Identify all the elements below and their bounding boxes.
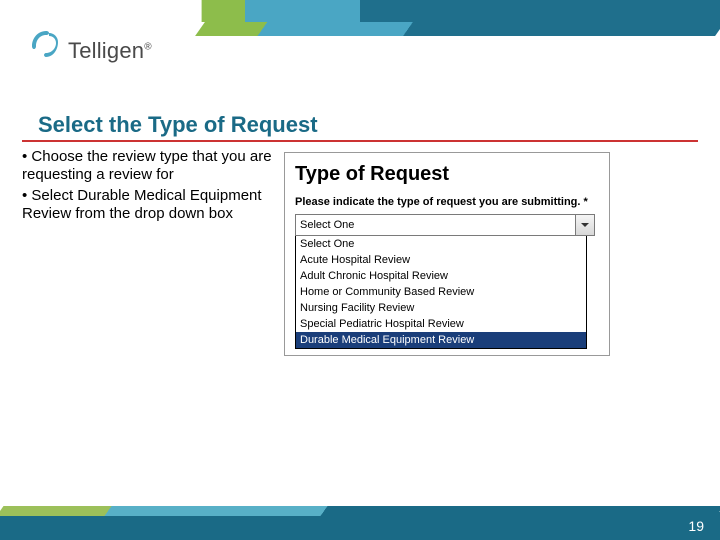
page-number: 19 — [688, 518, 704, 534]
logo-swirl-icon — [28, 28, 64, 64]
option-nursing-facility[interactable]: Nursing Facility Review — [296, 300, 586, 316]
chevron-down-icon[interactable] — [575, 215, 594, 235]
body-text: • Choose the review type that you are re… — [22, 148, 284, 225]
option-durable-medical[interactable]: Durable Medical Equipment Review — [296, 332, 586, 348]
option-special-pediatric[interactable]: Special Pediatric Hospital Review — [296, 316, 586, 332]
slide-title: Select the Type of Request — [38, 112, 318, 138]
request-type-dropdown-list[interactable]: Select One Acute Hospital Review Adult C… — [295, 236, 587, 349]
request-type-select[interactable]: Select One — [295, 214, 595, 236]
option-home-community[interactable]: Home or Community Based Review — [296, 284, 586, 300]
decor-bottom-bar — [0, 512, 720, 540]
bullet-2: • Select Durable Medical Equipment Revie… — [22, 187, 284, 224]
brand-logo: Telligen® — [28, 28, 152, 64]
decor-top-bar-accent — [195, 22, 720, 36]
title-underline — [22, 140, 698, 142]
field-label: Please indicate the type of request you … — [295, 196, 599, 208]
bullet-1: • Choose the review type that you are re… — [22, 148, 284, 185]
option-adult-chronic[interactable]: Adult Chronic Hospital Review — [296, 268, 586, 284]
option-acute-hospital[interactable]: Acute Hospital Review — [296, 252, 586, 268]
option-select-one[interactable]: Select One — [296, 236, 586, 252]
screenshot-panel: Type of Request Please indicate the type… — [284, 152, 610, 356]
select-value: Select One — [300, 219, 354, 231]
logo-text: Telligen® — [68, 38, 152, 64]
panel-heading: Type of Request — [295, 163, 599, 186]
